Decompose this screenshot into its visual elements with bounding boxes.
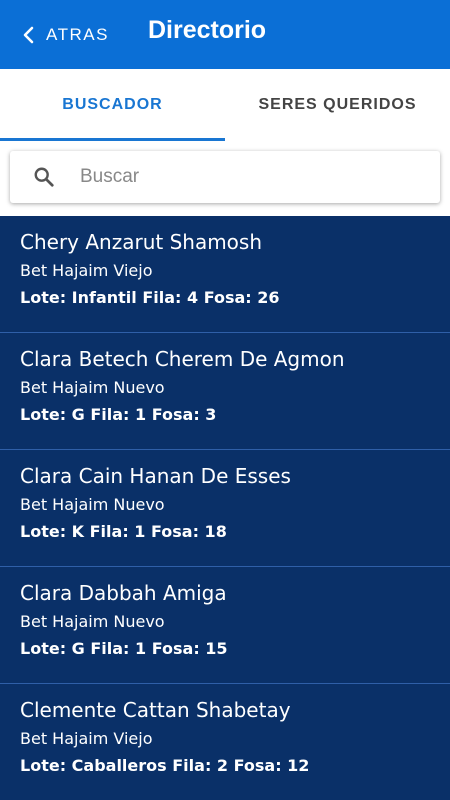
result-location: Lote: G Fila: 1 Fosa: 3: [20, 405, 217, 424]
list-item[interactable]: Clara Dabbah Amiga Bet Hajaim Nuevo Lote…: [0, 567, 450, 684]
result-location: Lote: K Fila: 1 Fosa: 18: [20, 522, 227, 541]
tab-bar: BUSCADOR SERES QUERIDOS: [0, 69, 450, 141]
result-name: Clara Betech Cherem De Agmon: [20, 347, 345, 371]
result-cemetery: Bet Hajaim Nuevo: [20, 612, 165, 631]
result-name: Chery Anzarut Shamosh: [20, 230, 263, 254]
chevron-left-icon: [18, 24, 40, 46]
back-label: ATRAS: [46, 25, 109, 44]
search-input[interactable]: [80, 166, 400, 188]
search-box[interactable]: [10, 151, 440, 203]
list-item[interactable]: Chery Anzarut Shamosh Bet Hajaim Viejo L…: [0, 216, 450, 333]
page-title: Directorio: [148, 16, 267, 44]
app-bar: ATRAS Directorio: [0, 0, 450, 69]
result-name: Clara Cain Hanan De Esses: [20, 464, 291, 488]
tab-seres-queridos[interactable]: SERES QUERIDOS: [225, 69, 450, 141]
results-list: Chery Anzarut Shamosh Bet Hajaim Viejo L…: [0, 216, 450, 800]
result-name: Clemente Cattan Shabetay: [20, 698, 291, 722]
search-icon: [32, 165, 56, 189]
list-item[interactable]: Clemente Cattan Shabetay Bet Hajaim Viej…: [0, 684, 450, 800]
search-area: [0, 141, 450, 216]
result-cemetery: Bet Hajaim Nuevo: [20, 378, 165, 397]
result-location: Lote: Caballeros Fila: 2 Fosa: 12: [20, 756, 310, 775]
result-cemetery: Bet Hajaim Viejo: [20, 261, 153, 280]
result-cemetery: Bet Hajaim Viejo: [20, 729, 153, 748]
result-location: Lote: G Fila: 1 Fosa: 15: [20, 639, 228, 658]
tab-buscador[interactable]: BUSCADOR: [0, 69, 225, 141]
result-cemetery: Bet Hajaim Nuevo: [20, 495, 165, 514]
result-name: Clara Dabbah Amiga: [20, 581, 227, 605]
back-button[interactable]: ATRAS: [18, 18, 109, 52]
list-item[interactable]: Clara Cain Hanan De Esses Bet Hajaim Nue…: [0, 450, 450, 567]
list-item[interactable]: Clara Betech Cherem De Agmon Bet Hajaim …: [0, 333, 450, 450]
result-location: Lote: Infantil Fila: 4 Fosa: 26: [20, 288, 280, 307]
